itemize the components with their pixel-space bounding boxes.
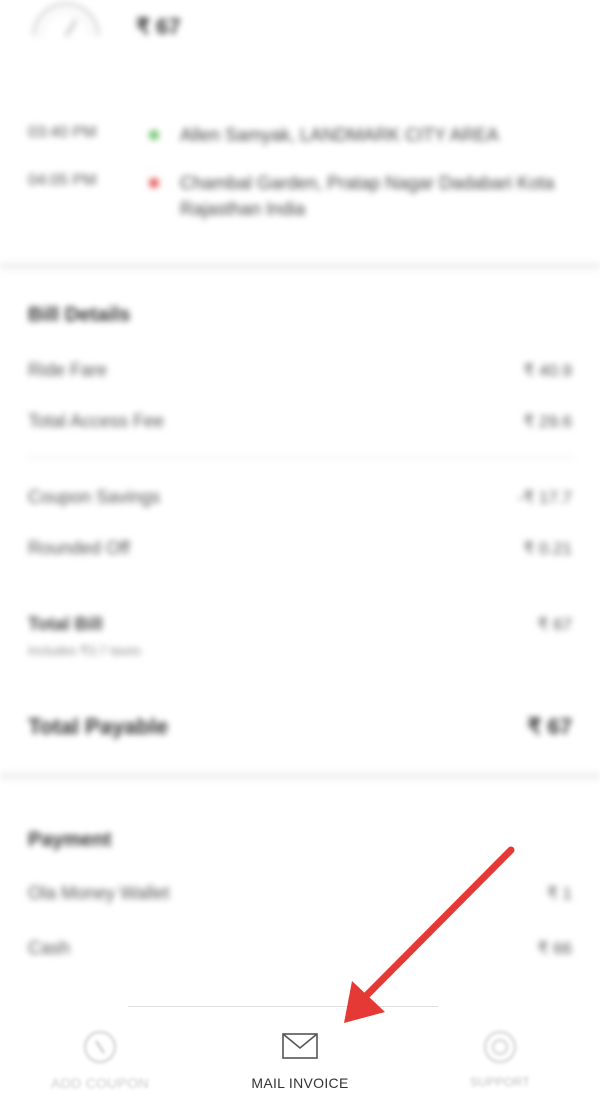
coupon-savings-label: Coupon Savings	[28, 487, 161, 507]
drop-time: 04:05 PM	[28, 172, 97, 189]
wallet-value: ₹ 1	[547, 884, 572, 903]
total-payable-label: Total Payable	[28, 714, 169, 739]
ride-fare-value: ₹ 40.9	[523, 361, 572, 380]
speedometer-icon	[33, 3, 99, 37]
total-bill-value: ₹ 67	[537, 615, 572, 634]
mail-invoice-label: MAIL INVOICE	[251, 1075, 349, 1091]
pickup-address: Allen Samyak, LANDMARK CITY AREA	[180, 125, 499, 145]
bill-details-title: Bill Details	[28, 304, 131, 326]
add-coupon-label: ADD COUPON	[51, 1075, 149, 1091]
total-payable-value: ₹ 67	[527, 714, 572, 739]
envelope-icon	[282, 1033, 318, 1059]
blurred-receipt: ₹ 67 03:40 PM Allen Samyak, LANDMARK CIT…	[0, 0, 600, 1010]
section-separator	[0, 262, 600, 270]
support-label: SUPPORT	[470, 1075, 530, 1089]
access-fee-value: ₹ 29.6	[523, 412, 572, 431]
ride-fare-amount: ₹ 67	[136, 14, 181, 39]
support-button[interactable]: SUPPORT	[400, 1007, 600, 1107]
ride-fare-label: Ride Fare	[28, 360, 108, 380]
section-separator	[0, 772, 600, 780]
ride-header: ₹ 67	[0, 0, 600, 60]
payment-title: Payment	[28, 829, 112, 851]
bottom-action-bar: ADD COUPON MAIL INVOICE SUPPORT	[0, 1007, 600, 1107]
bill-divider	[28, 457, 574, 458]
cash-label: Cash	[28, 938, 71, 958]
rounded-off-value: ₹ 0.21	[523, 539, 572, 558]
total-bill-label: Total Bill	[28, 614, 103, 634]
coupon-icon	[84, 1031, 116, 1063]
access-fee-label: Total Access Fee	[28, 411, 165, 431]
support-icon	[484, 1031, 516, 1063]
coupon-savings-value: -₹ 17.7	[517, 488, 572, 507]
drop-marker-icon	[149, 178, 159, 188]
rounded-off-label: Rounded Off	[28, 538, 130, 558]
total-bill-taxes-note: Includes ₹3.7 taxes	[28, 643, 142, 658]
drop-address: Chambal Garden, Pratap Nagar Dadabari Ko…	[180, 173, 555, 219]
mail-invoice-button[interactable]: MAIL INVOICE	[200, 1007, 400, 1107]
pickup-time: 03:40 PM	[28, 124, 97, 141]
wallet-label: Ola Money Wallet	[28, 883, 170, 903]
add-coupon-button[interactable]: ADD COUPON	[0, 1007, 200, 1107]
pickup-marker-icon	[149, 130, 159, 140]
cash-value: ₹ 66	[537, 939, 572, 958]
